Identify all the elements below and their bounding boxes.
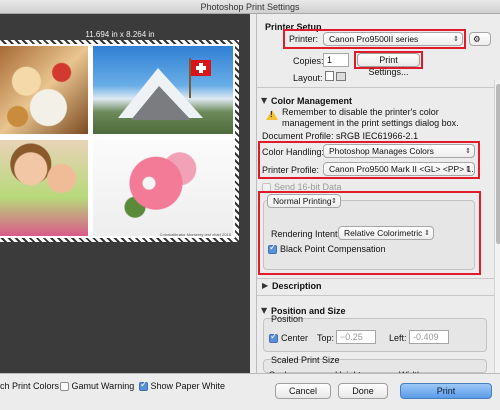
disclosure-closed-icon[interactable]: ▶ [262,281,268,290]
print-button[interactable]: Print [400,383,492,399]
landscape-layout-icon[interactable] [336,72,346,81]
warning-text-1: Remember to disable the printer's color [282,107,439,117]
chevron-updown-icon: ⇕ [453,35,459,43]
bottom-bar: ch Print Colors Gamut Warning Show Paper… [0,373,500,410]
layout-label: Layout: [293,73,323,83]
match-print-colors-option[interactable]: ch Print Colors [0,381,59,391]
paper-preview[interactable]: Colorkalibrator Monterey test chart 2018 [0,40,239,242]
scaled-print-size-label: Scaled Print Size [271,355,340,365]
chevron-updown-icon: ⇕ [465,165,471,173]
gamut-warning-option[interactable]: Gamut Warning [60,381,135,392]
copies-field[interactable]: 1 [323,53,349,67]
photo-children [0,140,88,236]
top-label: Top: [317,333,335,343]
settings-scrollbar[interactable] [494,80,500,373]
disclosure-open-icon[interactable]: ▼ [261,306,267,315]
center-checkbox[interactable] [269,332,278,343]
printer-options-button[interactable]: ⚙ [469,32,491,46]
window-title: Photoshop Print Settings [200,2,300,12]
left-field[interactable]: -0.409 [409,330,449,344]
left-label: Left: [389,333,407,343]
color-management-header: Color Management [271,96,353,106]
print-preview-area: 11.694 in x 8.264 in Colorkalibrator Mon… [0,14,250,373]
mountain-rock [131,86,191,120]
rendering-intent-label: Rendering Intent: [271,229,341,239]
color-handling-label: Color Handling: [262,147,325,157]
rendering-intent-value: Relative Colorimetric [344,228,423,238]
gamut-warning-label: Gamut Warning [71,381,135,391]
match-print-colors-label: ch Print Colors [0,381,60,391]
photo-breakfast [0,46,88,134]
settings-panel: Printer Setup Printer: Canon Pro9500II s… [256,14,500,380]
paper-dimensions: 11.694 in x 8.264 in [85,30,155,39]
black-point-label: Black Point Compensation [280,244,386,254]
normal-printing-value: Normal Printing [273,196,332,206]
chevron-updown-icon: ⇕ [465,147,471,155]
printer-value: Canon Pro9500II series [329,34,419,44]
divider [257,87,500,88]
document-profile: Document Profile: sRGB IEC61966-2.1 [262,131,419,141]
swiss-flag [191,60,211,76]
window-titlebar: Photoshop Print Settings [0,0,500,14]
disclosure-open-icon[interactable]: ▼ [261,96,267,105]
preview-credit: Colorkalibrator Monterey test chart 2018 [159,232,231,237]
gear-icon: ⚙ [473,35,481,45]
done-button[interactable]: Done [338,383,388,399]
printer-profile-label: Printer Profile: [262,165,320,175]
description-header[interactable]: Description [272,281,322,291]
show-paper-white-checkbox[interactable] [139,380,148,392]
warning-icon [266,110,278,120]
portrait-layout-icon[interactable] [325,71,334,81]
chevron-updown-icon: ⇕ [424,229,430,237]
normal-printing-select[interactable]: Normal Printing ⇕ [267,194,341,208]
top-field[interactable]: −0.25 [336,330,376,344]
printer-profile-select[interactable]: Canon Pro9500 Mark II <GL> <PP> 1... ⇕ [323,162,475,176]
paper-image: Colorkalibrator Monterey test chart 2018 [0,44,235,238]
black-point-checkbox[interactable] [268,243,277,254]
center-label: Center [281,333,309,343]
divider [257,278,500,279]
position-label: Position [271,314,304,324]
rendering-intent-select[interactable]: Relative Colorimetric ⇕ [338,226,434,240]
printer-profile-value: Canon Pro9500 Mark II <GL> <PP> 1... [329,164,475,174]
cancel-button[interactable]: Cancel [275,383,331,399]
chevron-updown-icon: ⇕ [331,197,337,205]
scrollbar-thumb[interactable] [496,84,500,244]
printer-label: Printer: [289,34,319,44]
color-handling-select[interactable]: Photoshop Manages Colors ⇕ [323,144,475,158]
print-settings-button[interactable]: Print Settings... [357,53,420,77]
color-handling-value: Photoshop Manages Colors [329,146,434,156]
show-paper-white-label: Show Paper White [150,381,226,391]
photo-mountain [93,46,233,134]
show-paper-white-option[interactable]: Show Paper White [139,380,226,392]
photo-flowers [93,140,233,236]
printer-select[interactable]: Canon Pro9500II series ⇕ [323,32,463,46]
gamut-warning-checkbox[interactable] [60,382,69,392]
warning-text-2: management in the print settings dialog … [282,118,459,128]
divider [257,295,500,296]
copies-label: Copies: [293,56,324,66]
